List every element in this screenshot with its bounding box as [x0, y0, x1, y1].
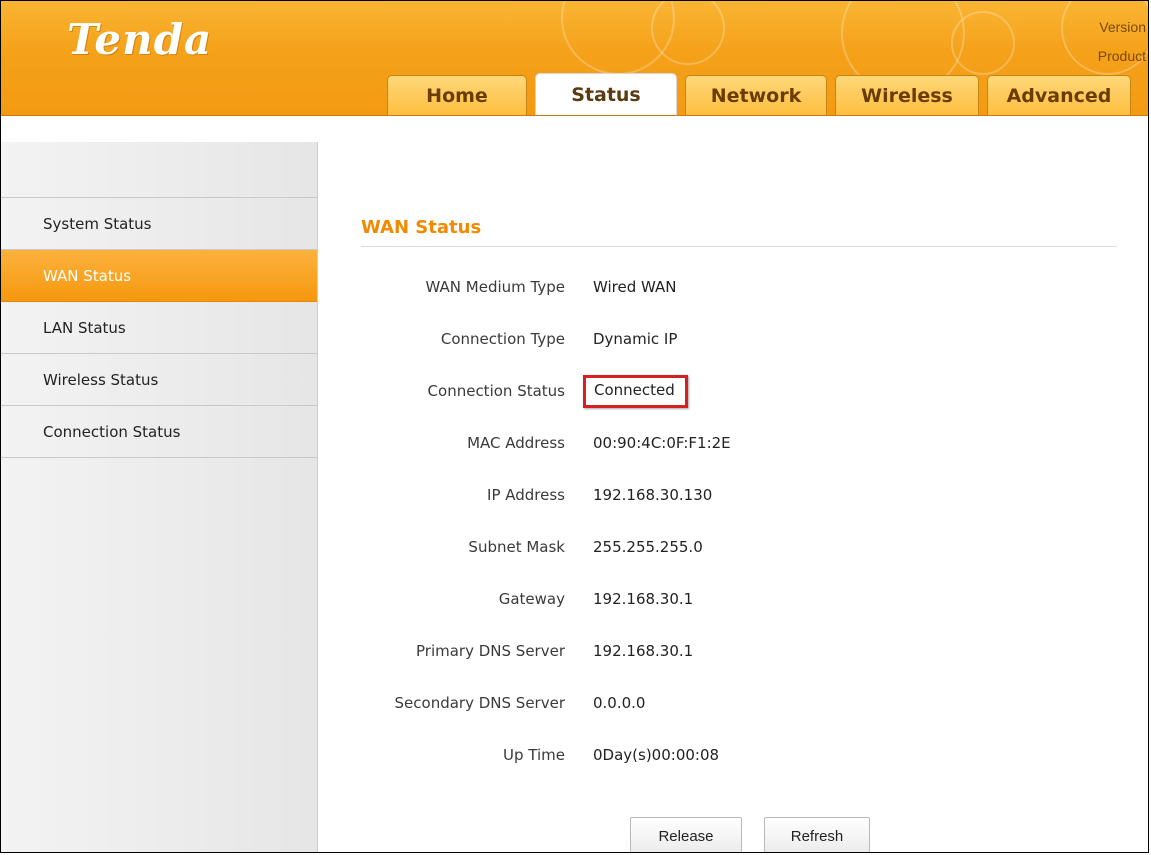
tab-advanced[interactable]: Advanced: [987, 75, 1131, 115]
tab-status[interactable]: Status: [535, 73, 677, 115]
info-row-connection-type: Connection Type Dynamic IP: [319, 327, 1099, 351]
connection-status-value: Connected: [583, 374, 688, 408]
decorative-bubble: [651, 1, 725, 65]
info-row-up-time: Up Time 0Day(s)00:00:08: [319, 743, 1099, 767]
info-row-subnet-mask: Subnet Mask 255.255.255.0: [319, 535, 1099, 559]
row-value: 192.168.30.130: [593, 486, 713, 504]
row-label: Subnet Mask: [468, 538, 565, 556]
sidebar-item-connection-status[interactable]: Connection Status: [1, 406, 317, 458]
tenda-logo: Tenda: [67, 15, 213, 64]
info-row-connection-status: Connection Status Connected: [319, 374, 1099, 408]
info-row-primary-dns: Primary DNS Server 192.168.30.1: [319, 639, 1099, 663]
sidebar-item-wireless-status[interactable]: Wireless Status: [1, 354, 317, 406]
tab-home[interactable]: Home: [387, 75, 527, 115]
sidebar-item-system-status[interactable]: System Status: [1, 198, 317, 250]
router-admin-page: Tenda Version Product Home Status Networ…: [0, 0, 1149, 853]
refresh-button[interactable]: Refresh: [764, 817, 870, 852]
row-label: Gateway: [498, 590, 565, 608]
row-label: Up Time: [503, 746, 565, 764]
product-label: Product: [1097, 48, 1146, 64]
row-value: 192.168.30.1: [593, 590, 694, 608]
main-tabs: Home Status Network Wireless Advanced: [387, 73, 1148, 115]
info-row-gateway: Gateway 192.168.30.1: [319, 587, 1099, 611]
sidebar: System Status WAN Status LAN Status Wire…: [1, 142, 318, 852]
sidebar-item-wan-status[interactable]: WAN Status: [1, 250, 317, 302]
row-value: Wired WAN: [593, 278, 677, 296]
version-label: Version: [1099, 19, 1146, 35]
info-row-wan-medium-type: WAN Medium Type Wired WAN: [319, 275, 1099, 299]
release-button[interactable]: Release: [630, 817, 742, 852]
row-label: Secondary DNS Server: [394, 694, 565, 712]
row-label: WAN Medium Type: [425, 278, 565, 296]
row-value: Dynamic IP: [593, 330, 678, 348]
row-value: 00:90:4C:0F:F1:2E: [593, 434, 731, 452]
header-bar: Tenda Version Product Home Status Networ…: [1, 1, 1148, 116]
row-label: Primary DNS Server: [416, 642, 565, 660]
row-value: 255.255.255.0: [593, 538, 703, 556]
row-label: Connection Type: [440, 330, 565, 348]
row-label: IP Address: [487, 486, 565, 504]
info-row-ip-address: IP Address 192.168.30.130: [319, 483, 1099, 507]
row-label: MAC Address: [467, 434, 565, 452]
tab-network[interactable]: Network: [685, 75, 827, 115]
sidebar-item-lan-status[interactable]: LAN Status: [1, 302, 317, 354]
row-value: 0.0.0.0: [593, 694, 646, 712]
decorative-bubble: [951, 11, 1015, 75]
main-content: WAN Status WAN Medium Type Wired WAN Con…: [319, 142, 1148, 852]
info-row-secondary-dns: Secondary DNS Server 0.0.0.0: [319, 691, 1099, 715]
row-value: 192.168.30.1: [593, 642, 694, 660]
row-label: Connection Status: [427, 382, 565, 400]
tab-wireless[interactable]: Wireless: [835, 75, 979, 115]
page-title: WAN Status: [361, 217, 482, 238]
sidebar-menu: System Status WAN Status LAN Status Wire…: [1, 197, 317, 458]
title-divider: [361, 246, 1117, 247]
row-value: 0Day(s)00:00:08: [593, 746, 720, 764]
info-row-mac-address: MAC Address 00:90:4C:0F:F1:2E: [319, 431, 1099, 455]
